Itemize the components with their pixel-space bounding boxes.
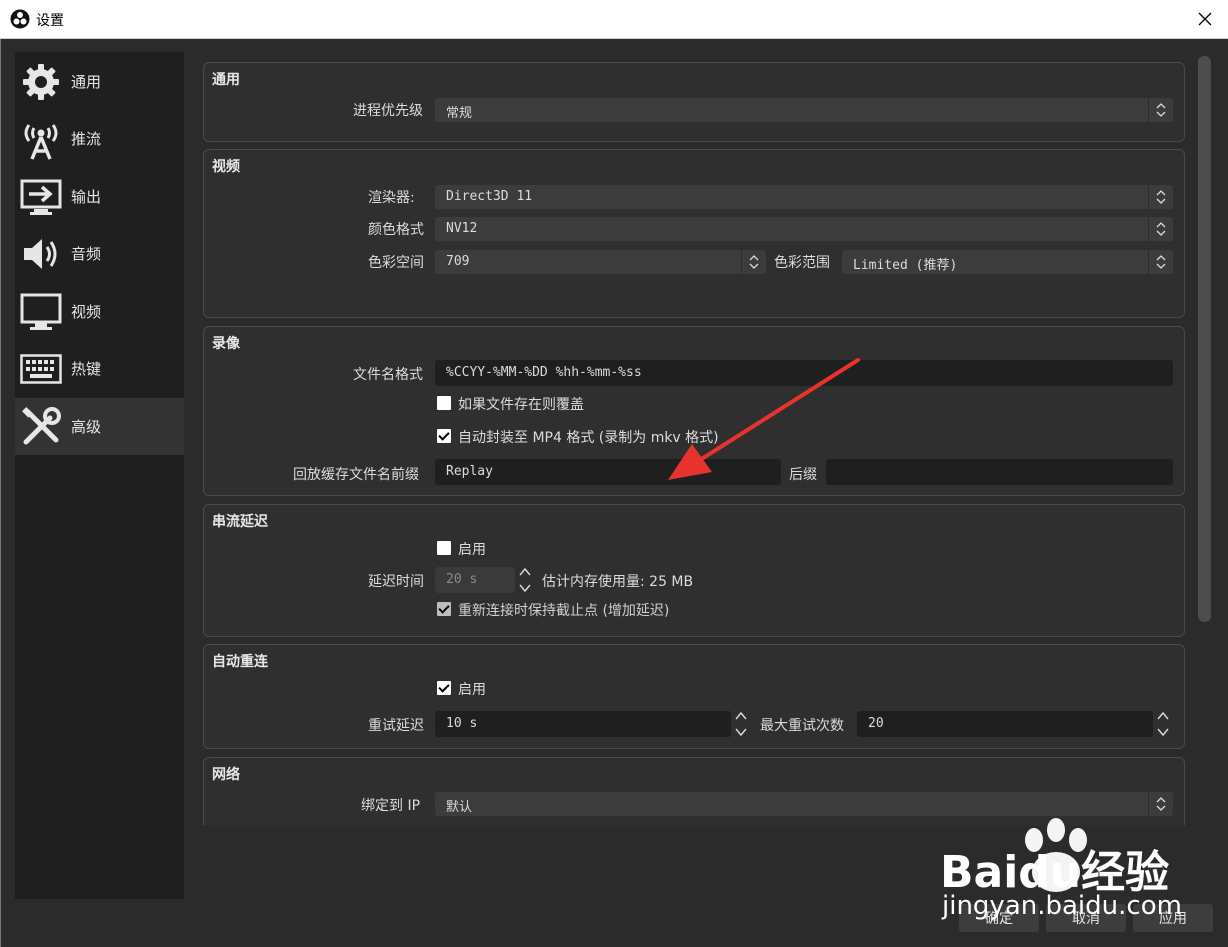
watermark-url: jingyan.baidu.com (942, 891, 1182, 921)
overwrite-checkbox[interactable] (437, 396, 451, 410)
color-space-select[interactable]: 709 (435, 250, 766, 274)
delay-time-input[interactable]: 20 s (435, 567, 515, 593)
suffix-label: 后缀 (789, 467, 817, 483)
sidebar-item-general[interactable]: 通用 (15, 53, 184, 110)
window-title: 设置 (36, 13, 64, 29)
renderer-select[interactable]: Direct3D 11 (435, 185, 1173, 209)
sidebar-item-label: 视频 (71, 303, 102, 321)
updown-arrow-icon (1148, 185, 1173, 209)
updown-arrow-icon (1148, 98, 1173, 122)
max-retries-input[interactable]: 20 (857, 711, 1153, 737)
group-stream-delay: 串流延迟 启用 延迟时间 20 s 估计内存使用量: 25 MB 重新连接时保持… (203, 504, 1185, 637)
color-format-label: 颜色格式 (368, 222, 424, 238)
sidebar-item-audio[interactable]: 音频 (15, 225, 184, 282)
process-priority-label: 进程优先级 (353, 103, 423, 119)
replay-prefix-input[interactable]: Replay (435, 459, 781, 485)
auto-reconnect-enable-checkbox[interactable] (437, 681, 451, 695)
output-icon (19, 175, 63, 219)
max-retries-spinner[interactable] (1154, 711, 1172, 737)
group-video: 视频 渲染器: Direct3D 11 颜色格式 NV12 色彩空间 709 色… (203, 149, 1185, 318)
chevron-down-icon (519, 584, 531, 593)
preserve-cutoff-checkbox[interactable] (437, 602, 451, 616)
preserve-cutoff-label: 重新连接时保持截止点 (增加延迟) (458, 603, 670, 619)
overwrite-label: 如果文件存在则覆盖 (458, 397, 584, 413)
sidebar-item-label: 高级 (71, 418, 102, 436)
delay-time-spinner[interactable] (516, 567, 534, 593)
updown-arrow-icon (1148, 792, 1173, 816)
color-range-label: 色彩范围 (774, 255, 830, 271)
stream-delay-enable-checkbox[interactable] (437, 541, 451, 555)
broadcast-icon (19, 117, 63, 161)
close-button[interactable] (1182, 0, 1228, 38)
updown-arrow-icon (1148, 217, 1173, 241)
settings-sidebar: 通用 推流 输出 音频 视频 热键 高级 (15, 52, 184, 899)
group-auto-reconnect: 自动重连 启用 重试延迟 10 s 最大重试次数 20 (203, 644, 1185, 749)
bind-ip-select[interactable]: 默认 (435, 792, 1173, 816)
group-title: 通用 (212, 72, 240, 88)
max-retries-label: 最大重试次数 (760, 718, 844, 734)
process-priority-select[interactable]: 常规 (435, 98, 1173, 122)
auto-reconnect-enable-label: 启用 (458, 682, 486, 698)
retry-delay-label: 重试延迟 (368, 718, 424, 734)
sidebar-item-label: 推流 (71, 130, 102, 148)
sidebar-item-advanced[interactable]: 高级 (15, 398, 184, 455)
group-network: 网络 绑定到 IP 默认 (203, 757, 1185, 825)
sidebar-item-stream[interactable]: 推流 (15, 110, 184, 167)
monitor-icon (19, 290, 63, 334)
retry-delay-spinner[interactable] (732, 711, 750, 737)
sidebar-item-label: 输出 (71, 188, 102, 206)
group-title: 录像 (212, 336, 240, 352)
sidebar-item-label: 通用 (71, 73, 102, 91)
group-general: 通用 进程优先级 常规 (203, 62, 1185, 142)
tools-icon (19, 405, 63, 449)
memory-usage-label: 估计内存使用量: 25 MB (542, 574, 694, 590)
close-icon (1198, 12, 1212, 26)
delay-time-label: 延迟时间 (368, 574, 424, 590)
filename-format-input[interactable]: %CCYY-%MM-%DD %hh-%mm-%ss (435, 360, 1173, 386)
color-range-select[interactable]: Limited (推荐) (842, 250, 1173, 274)
sidebar-item-label: 音频 (71, 245, 102, 263)
advanced-settings-panel: 通用 进程优先级 常规 视频 渲染器: Direct3D 11 颜色格式 NV1… (193, 52, 1193, 825)
bind-ip-label: 绑定到 IP (361, 798, 421, 814)
replay-prefix-label: 回放缓存文件名前缀 (293, 467, 419, 483)
chevron-up-icon (1157, 711, 1169, 720)
speaker-icon (19, 232, 63, 276)
group-title: 自动重连 (212, 654, 268, 670)
retry-delay-input[interactable]: 10 s (435, 711, 731, 737)
updown-arrow-icon (741, 250, 766, 274)
updown-arrow-icon (1148, 250, 1173, 274)
content-scrollbar[interactable] (1198, 56, 1211, 622)
window-border (0, 39, 1, 947)
chevron-up-icon (519, 567, 531, 576)
color-space-label: 色彩空间 (368, 255, 424, 271)
stream-delay-enable-label: 启用 (458, 542, 486, 558)
chevron-up-icon (735, 711, 747, 720)
group-title: 串流延迟 (212, 514, 268, 530)
sidebar-item-video[interactable]: 视频 (15, 283, 184, 340)
chevron-down-icon (1157, 728, 1169, 737)
group-title: 视频 (212, 159, 240, 175)
auto-remux-label: 自动封装至 MP4 格式 (录制为 mkv 格式) (458, 430, 719, 446)
keyboard-icon (19, 347, 63, 391)
chevron-down-icon (735, 728, 747, 737)
gear-icon (19, 60, 63, 104)
renderer-label: 渲染器: (368, 190, 415, 206)
sidebar-item-hotkeys[interactable]: 热键 (15, 340, 184, 397)
sidebar-item-output[interactable]: 输出 (15, 168, 184, 225)
title-bar: 设置 (0, 0, 1228, 39)
group-recording: 录像 文件名格式 %CCYY-%MM-%DD %hh-%mm-%ss 如果文件存… (203, 326, 1185, 496)
suffix-input[interactable] (826, 459, 1173, 485)
color-format-select[interactable]: NV12 (435, 217, 1173, 241)
auto-remux-checkbox[interactable] (437, 429, 451, 443)
obs-logo-icon (10, 9, 30, 29)
group-title: 网络 (212, 767, 240, 783)
sidebar-item-label: 热键 (71, 360, 102, 378)
filename-format-label: 文件名格式 (353, 367, 423, 383)
